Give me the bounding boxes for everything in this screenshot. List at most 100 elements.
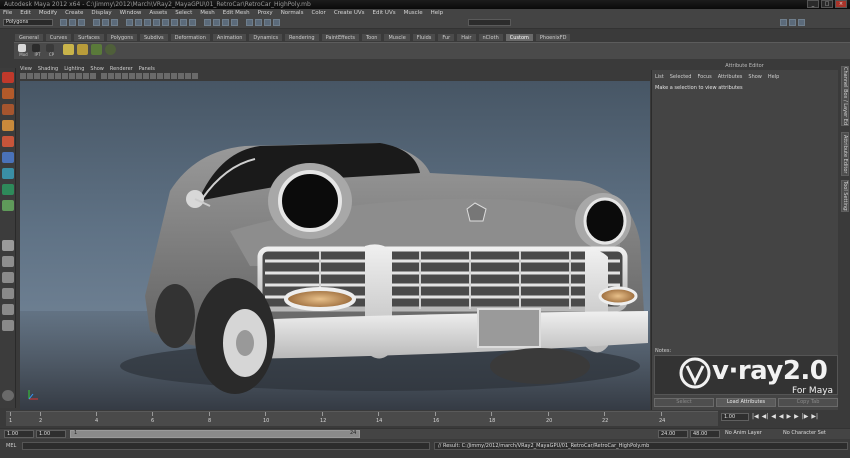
select-button[interactable]: Select (654, 398, 714, 407)
start-time-field[interactable]: 1.00 (4, 430, 34, 438)
tab-polygons[interactable]: Polygons (105, 33, 138, 42)
soft-mod-icon[interactable] (2, 184, 14, 195)
render-icon[interactable] (255, 19, 262, 26)
tab-deformation[interactable]: Deformation (169, 33, 211, 42)
tab-toon[interactable]: Toon (360, 33, 383, 42)
safe-title-icon[interactable] (90, 73, 96, 79)
attr-menu-list[interactable]: List (655, 74, 664, 80)
gate-mask-icon[interactable] (69, 73, 75, 79)
tab-channel-box[interactable]: Channel Box / Layer Editor (841, 66, 849, 126)
tab-painteffects[interactable]: PaintEffects (320, 33, 360, 42)
close-button[interactable]: × (835, 0, 847, 8)
anti-aliasing-icon[interactable] (185, 73, 191, 79)
ipr-render-icon[interactable] (264, 19, 271, 26)
viewport-menu-view[interactable]: View (20, 66, 32, 73)
persp-graph-icon[interactable] (2, 288, 14, 299)
tab-attribute-editor[interactable]: Attribute Editor (841, 132, 849, 176)
menu-color[interactable]: Color (311, 10, 325, 16)
mask-icon[interactable] (144, 19, 151, 26)
select-object-icon[interactable] (102, 19, 109, 26)
attr-menu-help[interactable]: Help (768, 74, 779, 80)
tab-animation[interactable]: Animation (211, 33, 248, 42)
save-scene-icon[interactable] (78, 19, 85, 26)
new-scene-icon[interactable] (60, 19, 67, 26)
tab-muscle[interactable]: Muscle (383, 33, 411, 42)
tab-fluids[interactable]: Fluids (411, 33, 437, 42)
menu-edit-uvs[interactable]: Edit UVs (373, 10, 396, 16)
snap-surface-icon[interactable] (231, 19, 238, 26)
attr-menu-show[interactable]: Show (748, 74, 762, 80)
mask-icon[interactable] (153, 19, 160, 26)
command-input[interactable] (22, 442, 430, 450)
tab-custom[interactable]: Custom (504, 33, 534, 42)
perspective-viewport[interactable] (20, 81, 650, 410)
camera-attr-icon[interactable] (27, 73, 33, 79)
menu-assets[interactable]: Assets (149, 10, 167, 16)
wireframe-on-shaded-icon[interactable] (115, 73, 121, 79)
play-backwards-button[interactable]: ◀ (779, 413, 784, 420)
tab-tool-settings[interactable]: Tool Settings (841, 180, 849, 212)
universal-manip-icon[interactable] (2, 168, 14, 179)
depth-of-field-icon[interactable] (192, 73, 198, 79)
attr-menu-selected[interactable]: Selected (670, 74, 692, 80)
hypershade-icon[interactable] (2, 304, 14, 315)
shelf-item-cp[interactable]: CP (46, 44, 57, 57)
go-to-end-button[interactable]: ▶| (811, 413, 818, 420)
lasso-tool-icon[interactable] (2, 88, 14, 99)
menu-modify[interactable]: Modify (39, 10, 57, 16)
tab-phoenixfd[interactable]: PhoenixFD (534, 33, 572, 42)
tab-curves[interactable]: Curves (44, 33, 73, 42)
end-time-field[interactable]: 48.00 (690, 430, 720, 438)
motion-blur-icon[interactable] (178, 73, 184, 79)
tab-ncloth[interactable]: nCloth (477, 33, 504, 42)
film-gate-icon[interactable] (55, 73, 61, 79)
safe-action-icon[interactable] (83, 73, 89, 79)
play-forwards-button[interactable]: ▶ (787, 413, 792, 420)
menu-display[interactable]: Display (91, 10, 111, 16)
menu-edit[interactable]: Edit (20, 10, 31, 16)
render-icon[interactable] (63, 44, 74, 55)
menu-help[interactable]: Help (431, 10, 444, 16)
camera-select-icon[interactable] (20, 73, 26, 79)
select-hierarchy-icon[interactable] (93, 19, 100, 26)
viewport-menu-show[interactable]: Show (90, 66, 104, 73)
high-quality-icon[interactable] (164, 73, 170, 79)
bookmark-icon[interactable] (34, 73, 40, 79)
select-tool-icon[interactable] (2, 72, 14, 83)
tab-hair[interactable]: Hair (456, 33, 477, 42)
show-manip-icon[interactable] (2, 200, 14, 211)
viewport-menu-panels[interactable]: Panels (139, 66, 155, 73)
shadows-icon[interactable] (136, 73, 142, 79)
snap-curve-icon[interactable] (213, 19, 220, 26)
tab-fur[interactable]: Fur (437, 33, 456, 42)
menu-window[interactable]: Window (120, 10, 142, 16)
outliner-icon[interactable] (2, 320, 14, 331)
mask-icon[interactable] (162, 19, 169, 26)
snap-point-icon[interactable] (222, 19, 229, 26)
shelf-item-ipt[interactable]: IPT (32, 44, 43, 57)
quick-command-field[interactable] (468, 19, 511, 26)
xray-joints-icon[interactable] (150, 73, 156, 79)
go-to-start-button[interactable]: |◀ (752, 413, 759, 420)
menu-mesh[interactable]: Mesh (200, 10, 214, 16)
script-language-toggle[interactable]: MEL (6, 443, 16, 449)
paint-select-icon[interactable] (2, 104, 14, 115)
history-icon[interactable] (246, 19, 253, 26)
character-set-dropdown[interactable]: No Character Set (783, 430, 826, 436)
minimize-button[interactable]: _ (807, 0, 819, 8)
tab-surfaces[interactable]: Surfaces (73, 33, 105, 42)
mask-icon[interactable] (171, 19, 178, 26)
mask-icon[interactable] (126, 19, 133, 26)
step-back-frame-button[interactable]: ◀ (771, 413, 776, 420)
menu-select[interactable]: Select (175, 10, 192, 16)
menu-create-uvs[interactable]: Create UVs (334, 10, 365, 16)
playback-end-field[interactable]: 24.00 (658, 430, 688, 438)
single-perspective-icon[interactable] (2, 240, 14, 251)
copy-tab-button[interactable]: Copy Tab (778, 398, 838, 407)
playback-start-field[interactable]: 1.00 (36, 430, 66, 438)
viewport-menu-renderer[interactable]: Renderer (110, 66, 133, 73)
light-icon[interactable] (77, 44, 88, 55)
rotate-tool-icon[interactable] (2, 136, 14, 147)
toggle-channel-box-icon[interactable] (798, 19, 805, 26)
textured-icon[interactable] (122, 73, 128, 79)
